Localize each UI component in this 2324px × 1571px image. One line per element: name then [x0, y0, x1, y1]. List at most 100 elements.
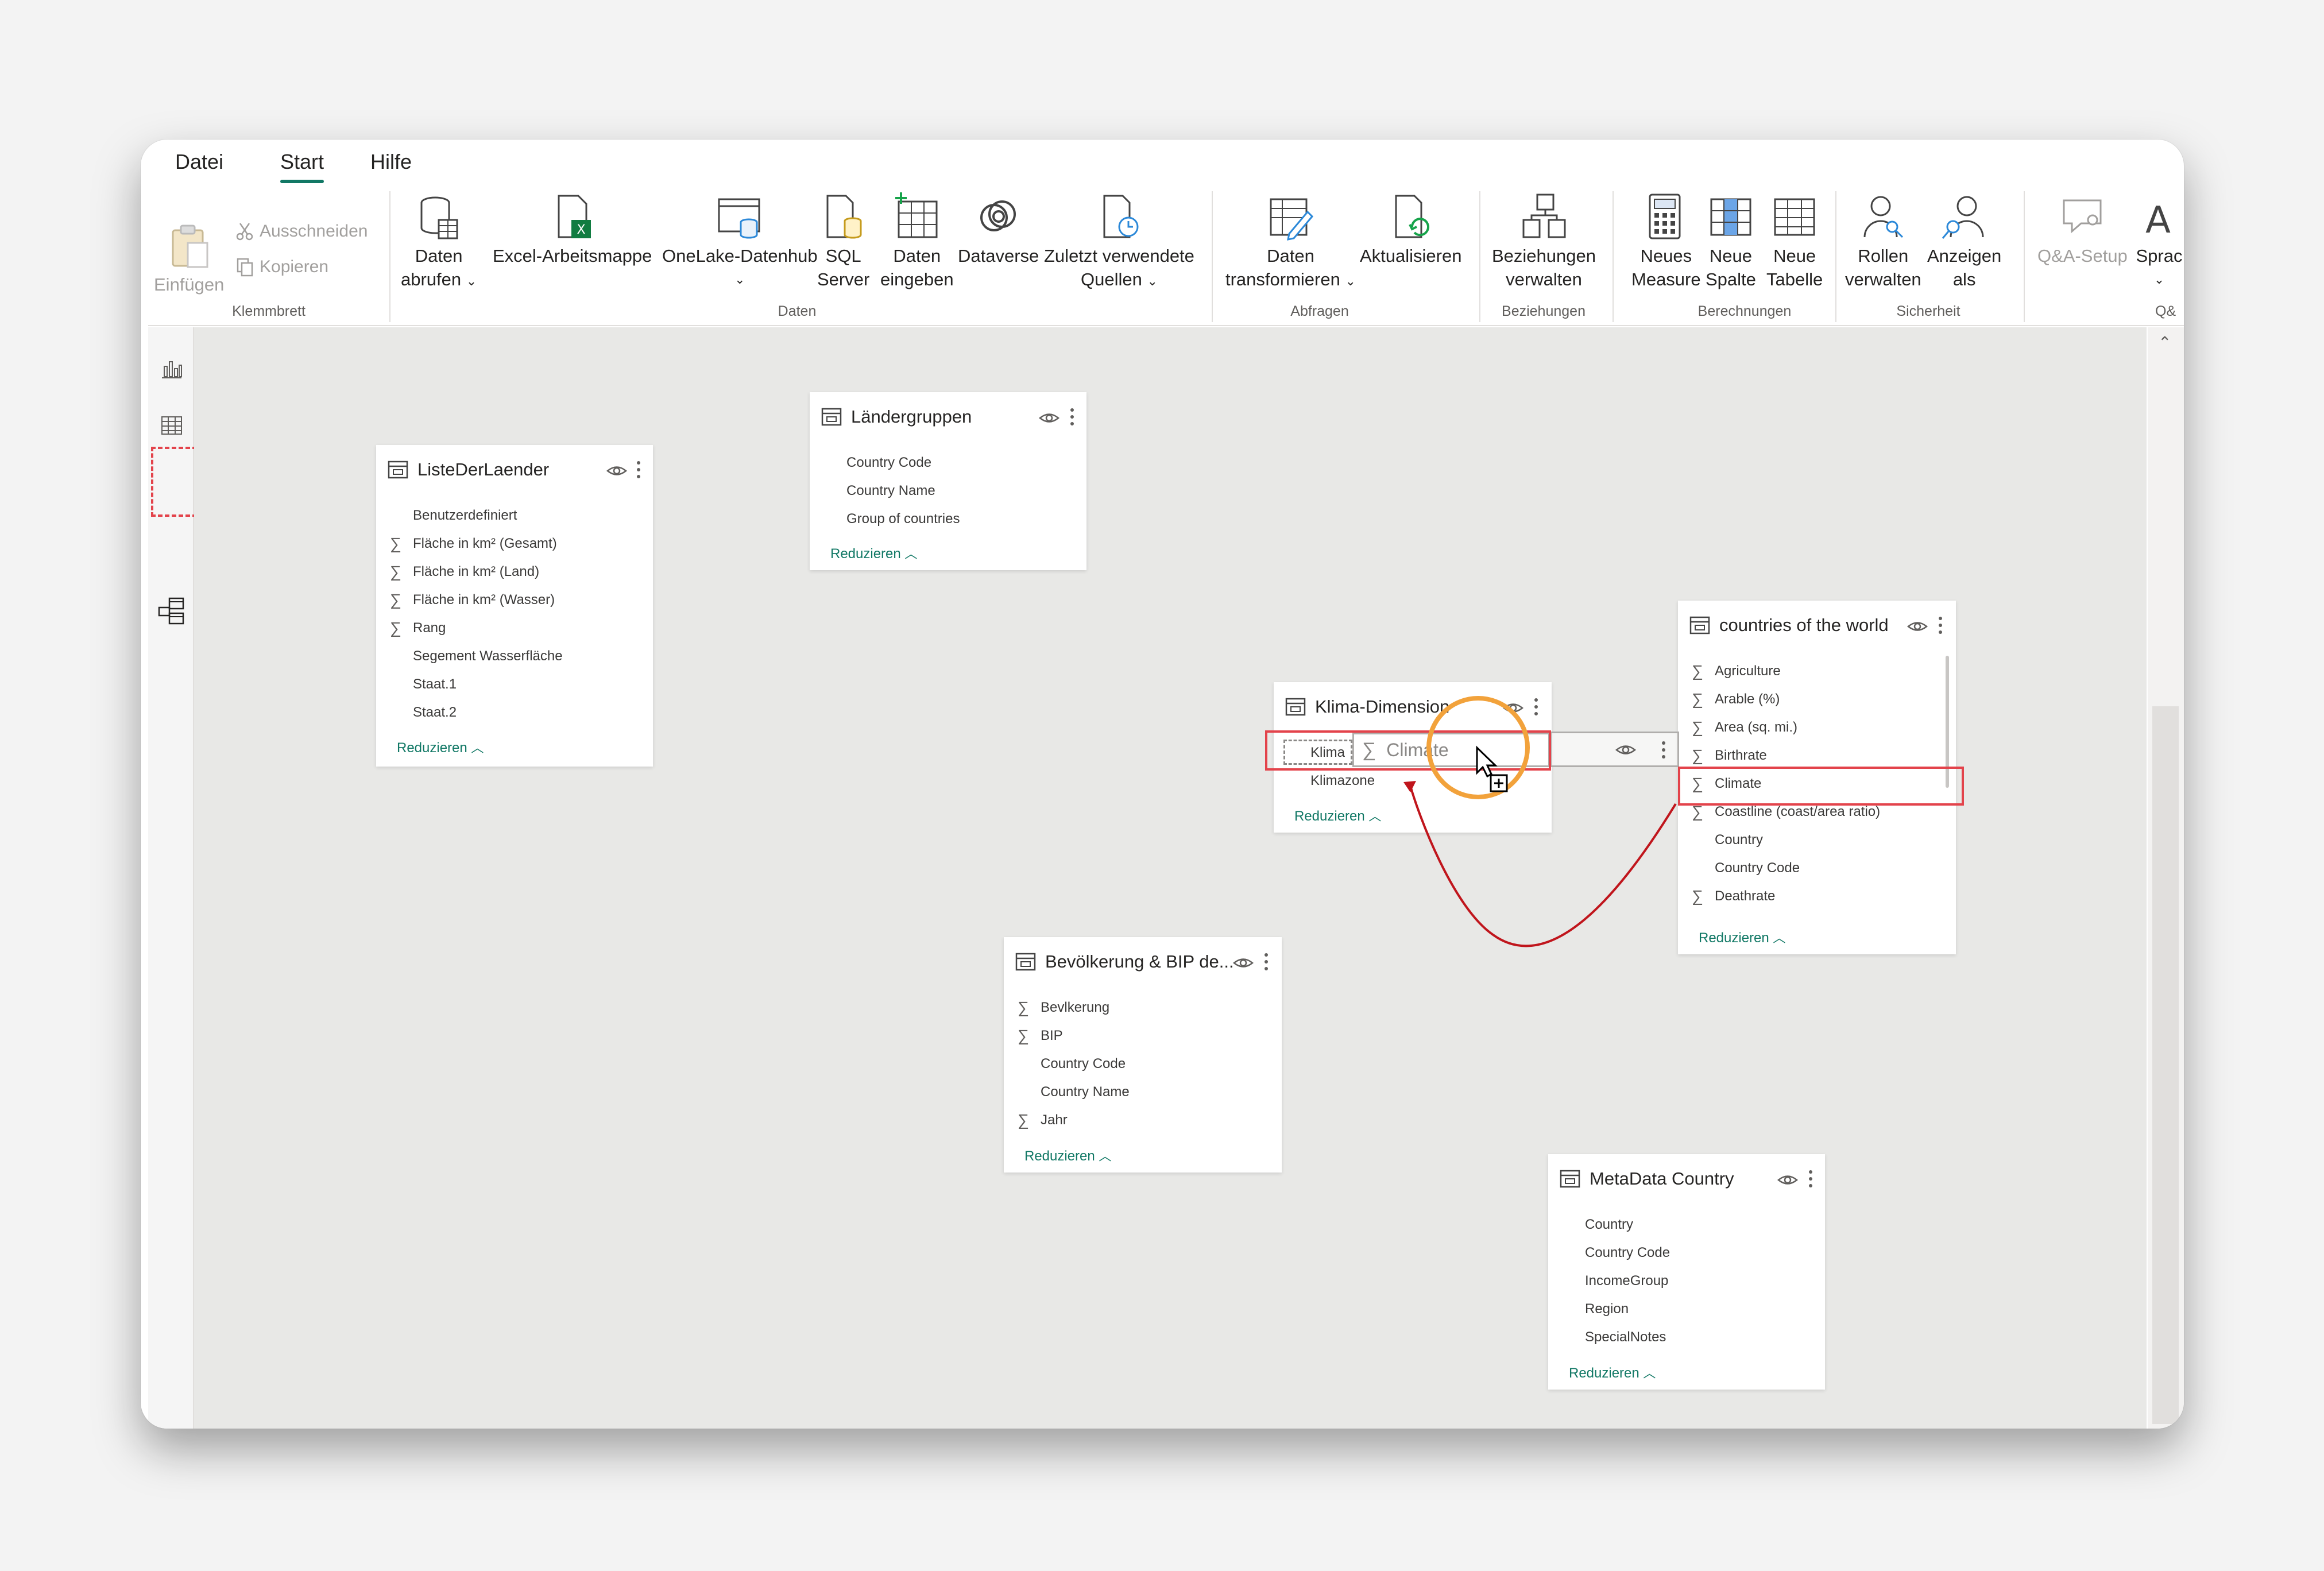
reduce-link[interactable]: Reduzieren ︿: [1569, 1363, 1656, 1382]
model-view-icon[interactable]: [158, 597, 185, 625]
chevron-up-icon: ︿: [904, 547, 918, 561]
field-row[interactable]: Country Code: [1692, 854, 1800, 882]
get-data-button[interactable]: Daten abrufen ⌄: [401, 191, 477, 293]
calculator-icon: [1649, 194, 1681, 239]
eye-icon[interactable]: [1038, 409, 1060, 427]
group-label-relationships: Beziehungen: [1502, 303, 1586, 319]
reduce-link[interactable]: Reduzieren ︿: [397, 738, 484, 756]
enter-data-button[interactable]: Daten eingeben: [880, 191, 954, 291]
field-row[interactable]: Region: [1562, 1295, 1629, 1323]
tab-datei[interactable]: Datei: [175, 150, 223, 174]
data-view-icon[interactable]: [160, 413, 184, 438]
field-row[interactable]: Country Name: [823, 477, 935, 505]
view-as-button[interactable]: Anzeigen als: [1927, 191, 2001, 291]
transform-data-button[interactable]: Daten transformieren ⌄: [1225, 191, 1356, 293]
field-row[interactable]: Country Name: [1018, 1078, 1130, 1106]
field-row[interactable]: Benutzerdefiniert: [390, 501, 517, 529]
group-separator: [1212, 191, 1213, 322]
transform-icon: [1270, 198, 1314, 241]
table-header[interactable]: Ländergruppen: [810, 392, 1086, 442]
reduce-link[interactable]: Reduzieren ︿: [1699, 928, 1785, 946]
new-table-button[interactable]: Neue Tabelle: [1766, 191, 1823, 291]
table-header[interactable]: ListeDerLaender: [376, 445, 653, 494]
excel-icon: X: [558, 195, 591, 238]
scroll-up-icon[interactable]: ⌃: [2158, 333, 2171, 352]
field-row[interactable]: SpecialNotes: [1562, 1323, 1666, 1351]
field-row[interactable]: ∑ Deathrate: [1692, 882, 1775, 910]
field-row[interactable]: ∑ Fläche in km² (Wasser): [390, 586, 555, 614]
field-row[interactable]: Segement Wasserfläche: [390, 642, 563, 670]
more-options-icon[interactable]: [1808, 1169, 1813, 1189]
table-header[interactable]: MetaData Country: [1548, 1154, 1825, 1204]
reduce-link[interactable]: Reduzieren ︿: [1024, 1146, 1111, 1164]
field-row[interactable]: ∑ Fläche in km² (Gesamt): [390, 529, 557, 558]
eye-icon[interactable]: [1777, 1171, 1799, 1189]
onelake-button[interactable]: OneLake-Datenhub ⌄: [662, 191, 818, 291]
field-row[interactable]: Country Code: [823, 448, 931, 477]
canvas-scrollbar[interactable]: ⌃: [2148, 327, 2184, 1429]
field-row[interactable]: ∑ Jahr: [1018, 1106, 1068, 1134]
table-header[interactable]: countries of the world: [1678, 601, 1956, 650]
enter-data-label-2: eingeben: [880, 269, 954, 289]
manage-relationships-button[interactable]: Beziehungen verwalten: [1492, 191, 1596, 291]
manage-roles-button[interactable]: Rollen verwalten: [1845, 191, 1921, 291]
new-measure-button[interactable]: Neues Measure: [1631, 191, 1701, 291]
new-table-icon: [1774, 198, 1815, 236]
field-row[interactable]: Group of countries: [823, 505, 960, 533]
paste-button[interactable]: Einfügen: [154, 220, 224, 296]
dataverse-label: Dataverse: [958, 246, 1039, 266]
field-row[interactable]: ∑ Arable (%): [1692, 685, 1780, 713]
more-options-icon[interactable]: [636, 460, 641, 479]
field-row[interactable]: ∑ Bevlkerung: [1018, 993, 1109, 1021]
qa-setup-button[interactable]: Q&A-Setup: [2037, 191, 2128, 268]
dataverse-button[interactable]: Dataverse: [958, 191, 1039, 268]
group-label-clipboard: Klemmbrett: [232, 303, 306, 319]
more-options-icon[interactable]: [1938, 616, 1943, 635]
field-row[interactable]: Country Code: [1018, 1050, 1126, 1078]
scrollbar-thumb[interactable]: [2152, 706, 2179, 1424]
table-card-laendergruppen[interactable]: Ländergruppen Reduzieren ︿ Country Code C…: [810, 392, 1086, 570]
eye-icon[interactable]: [1232, 954, 1254, 972]
tab-start[interactable]: Start: [280, 150, 324, 183]
copy-button[interactable]: Kopieren: [234, 257, 328, 277]
field-row[interactable]: Country: [1562, 1210, 1633, 1239]
more-options-icon[interactable]: [1069, 407, 1075, 427]
excel-button[interactable]: X Excel-Arbeitsmappe: [493, 191, 652, 268]
refresh-icon: [1395, 195, 1429, 238]
field-row[interactable]: Staat.2: [390, 698, 457, 726]
table-card-metadata-country[interactable]: MetaData Country Reduzieren ︿ Country Cou…: [1548, 1154, 1825, 1390]
field-row[interactable]: ∑ Agriculture: [1692, 657, 1781, 685]
refresh-button[interactable]: Aktualisieren: [1360, 191, 1461, 268]
eye-icon[interactable]: [606, 462, 628, 479]
field-row[interactable]: ∑ Birthrate: [1692, 741, 1767, 769]
table-card-listederlaender[interactable]: ListeDerLaender Reduzieren ︿ Benutzerdef…: [376, 445, 653, 767]
tab-hilfe[interactable]: Hilfe: [370, 150, 412, 174]
field-row[interactable]: Staat.1: [390, 670, 457, 698]
more-options-icon[interactable]: [1533, 697, 1539, 717]
field-label: BIP: [1041, 1027, 1063, 1043]
language-button[interactable]: A Sprac ⌄: [2135, 191, 2183, 291]
report-view-icon[interactable]: [160, 356, 184, 380]
reduce-link[interactable]: Reduzieren ︿: [1294, 806, 1381, 825]
field-row[interactable]: Country: [1692, 826, 1763, 854]
eye-icon[interactable]: [1907, 618, 1928, 635]
more-options-icon[interactable]: [1263, 952, 1269, 972]
field-row[interactable]: IncomeGroup: [1562, 1267, 1668, 1295]
field-row[interactable]: ∑ Rang: [390, 614, 446, 642]
field-label: Coastline (coast/area ratio): [1715, 803, 1881, 819]
reduce-link[interactable]: Reduzieren ︿: [830, 544, 917, 562]
recent-sources-button[interactable]: Zuletzt verwendete Quellen ⌄: [1044, 191, 1194, 293]
sql-server-button[interactable]: SQL Server: [817, 191, 869, 291]
table-card-bevoelkerung-bip[interactable]: Bevölkerung & BIP de... Reduzieren ︿ ∑ Be…: [1004, 937, 1282, 1173]
chevron-down-icon: ⌄: [1147, 274, 1158, 288]
field-row[interactable]: Country Code: [1562, 1239, 1670, 1267]
sigma-icon: ∑: [1692, 718, 1703, 736]
cut-button[interactable]: Ausschneiden: [234, 221, 368, 242]
field-row[interactable]: ∑ Fläche in km² (Land): [390, 558, 539, 586]
field-row[interactable]: ∑ Area (sq. mi.): [1692, 713, 1797, 741]
field-row[interactable]: ∑ BIP: [1018, 1021, 1063, 1050]
table-header[interactable]: Bevölkerung & BIP de...: [1004, 937, 1282, 986]
group-label-data: Daten: [778, 303, 817, 319]
field-row[interactable]: Klimazone: [1287, 767, 1375, 795]
new-column-button[interactable]: Neue Spalte: [1706, 191, 1756, 291]
